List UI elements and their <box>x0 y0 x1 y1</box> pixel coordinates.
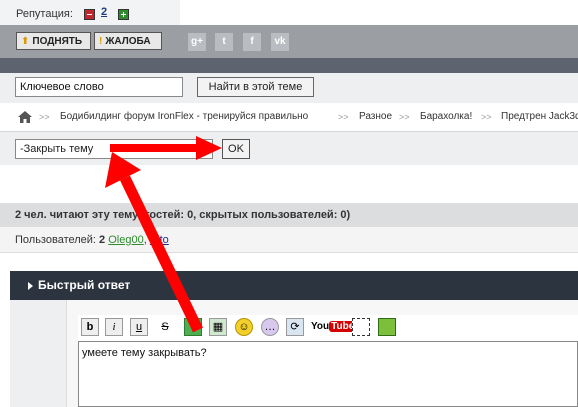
up-arrow-icon: ⬆ <box>21 36 30 47</box>
users-comma: , <box>143 234 147 246</box>
breadcrumb-item-forum[interactable]: Бодибилдинг форум IronFlex - тренируйся … <box>60 111 308 122</box>
link-icon[interactable]: ⟳ <box>286 318 304 336</box>
reputation-label: Репутация: <box>16 8 73 20</box>
quote-icon[interactable]: … <box>261 318 279 336</box>
breadcrumb-item-misc[interactable]: Разное <box>359 111 392 122</box>
viewers-heading-bar: 2 чел. читают эту тему (гостей: 0, скрыт… <box>0 203 578 227</box>
bump-label: ПОДНЯТЬ <box>32 36 83 47</box>
breadcrumb-separator: >> <box>39 112 50 122</box>
facebook-icon[interactable]: f <box>243 33 261 51</box>
action-bar: ⬆ ПОДНЯТЬ ! ЖАЛОБА g+ t f vk <box>0 25 578 58</box>
breadcrumb-item-market[interactable]: Барахолка! <box>420 111 472 122</box>
google-plus-icon[interactable]: g+ <box>188 33 206 51</box>
reputation-count[interactable]: 2 <box>101 6 107 18</box>
users-count: 2 <box>99 234 106 246</box>
reputation-row: Репутация: 2 <box>0 0 578 25</box>
report-button[interactable]: ! ЖАЛОБА <box>94 32 162 50</box>
strikethrough-button[interactable]: S <box>156 318 174 336</box>
bold-button[interactable]: b <box>81 318 99 336</box>
frame-green-icon[interactable] <box>378 318 396 336</box>
search-input[interactable]: Ключевое слово <box>15 77 183 97</box>
breadcrumb-item-topic[interactable]: Предтрен Jack3d <box>501 111 578 122</box>
quick-reply-header[interactable]: Быстрый ответ <box>10 271 578 300</box>
ok-button[interactable]: OK <box>222 139 250 159</box>
users-label: Пользователей: <box>15 234 96 246</box>
reply-textarea[interactable]: умеете тему закрывать? <box>78 341 578 407</box>
minus-square-icon[interactable] <box>84 9 95 20</box>
italic-button[interactable]: i <box>105 318 123 336</box>
plus-square-icon[interactable] <box>118 9 129 20</box>
underline-button[interactable]: u <box>130 318 148 336</box>
search-button[interactable]: Найти в этой теме <box>197 77 314 97</box>
home-icon[interactable] <box>18 111 32 123</box>
breadcrumb-separator: >> <box>338 112 349 122</box>
user-link[interactable]: Kito <box>150 234 169 246</box>
vk-icon[interactable]: vk <box>271 33 289 51</box>
divider-bar <box>0 58 578 73</box>
user-link[interactable]: Oleg00 <box>108 234 143 246</box>
image-icon[interactable] <box>184 318 202 336</box>
search-row: Ключевое слово Найти в этой теме <box>0 73 578 103</box>
breadcrumb: >> Бодибилдинг форум IronFlex - тренируй… <box>0 108 578 128</box>
moderation-row: -Закрыть тему OK <box>0 131 578 165</box>
report-label: ЖАЛОБА <box>105 36 151 47</box>
viewers-users-row: Пользователей: 2 Oleg00, Kito <box>0 227 578 253</box>
editor-toolbar: b i u S ▦ ☺ … ⟳ You Tube <box>78 315 578 341</box>
moderation-select[interactable]: -Закрыть тему <box>15 139 213 159</box>
breadcrumb-separator: >> <box>481 112 492 122</box>
twitter-icon[interactable]: t <box>215 33 233 51</box>
media-icon[interactable]: ▦ <box>209 318 227 336</box>
youtube-button[interactable]: You Tube <box>311 319 357 335</box>
collapse-arrow-icon <box>28 282 33 290</box>
viewers-heading: 2 чел. читают эту тему (гостей: 0, скрыт… <box>15 209 351 221</box>
exclamation-icon: ! <box>99 36 103 47</box>
breadcrumb-separator: >> <box>399 112 410 122</box>
bump-button[interactable]: ⬆ ПОДНЯТЬ <box>16 32 91 50</box>
quick-reply-title: Быстрый ответ <box>38 278 131 292</box>
viewers-users-line: Пользователей: 2 Oleg00, Kito <box>15 234 169 246</box>
smile-icon[interactable]: ☺ <box>235 318 253 336</box>
frame-icon[interactable] <box>352 318 370 336</box>
